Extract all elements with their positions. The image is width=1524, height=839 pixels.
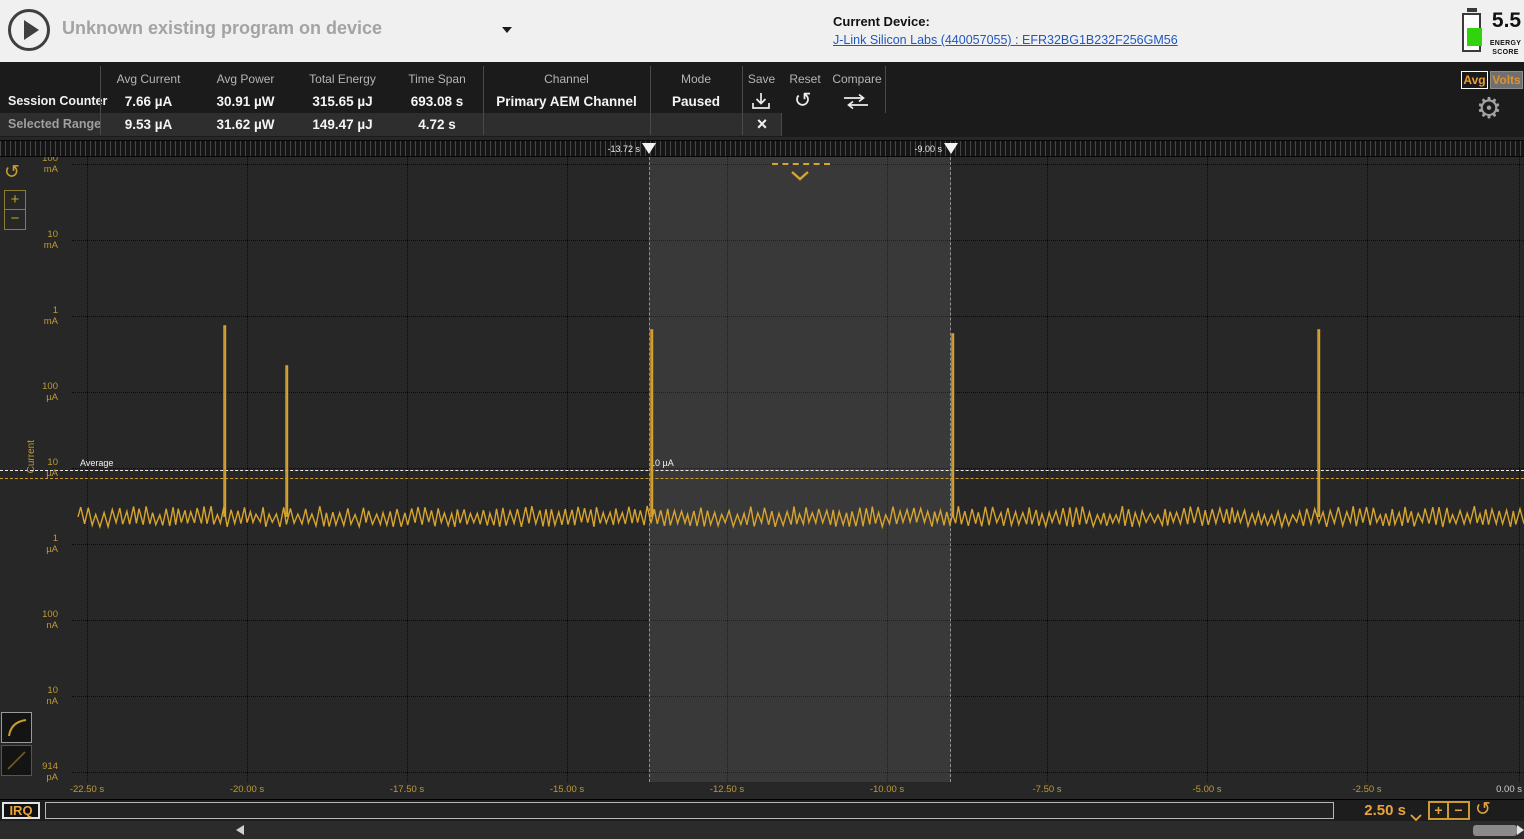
y-axis-tick-label: 1mA xyxy=(0,305,58,327)
reset-button[interactable]: ↺ xyxy=(794,88,812,113)
close-selection-button[interactable]: × xyxy=(750,113,774,136)
span-decrease-button[interactable]: − xyxy=(1449,803,1468,818)
separator xyxy=(885,66,886,113)
mode-value: Paused xyxy=(650,90,742,113)
energy-score-label-1: ENERGY xyxy=(1487,40,1524,47)
chart-area: -13.72 s -9.00 s Average 10 µA 100mA10mA… xyxy=(0,137,1524,799)
zoom-out-button[interactable]: − xyxy=(5,210,25,229)
x-axis-labels: -22.50 s -20.00 s -17.50 s -15.00 s -12.50 s… xyxy=(0,782,1524,799)
avg-toggle-button[interactable]: Avg xyxy=(1461,71,1488,89)
session-avg-power: 30.91 µW xyxy=(197,90,294,113)
x-axis-tick-label: -12.50 s xyxy=(710,784,744,795)
window-span-value[interactable]: 2.50 s xyxy=(1358,802,1406,819)
irq-track xyxy=(45,802,1334,819)
range-time-span: 4.72 s xyxy=(391,113,483,136)
current-device-label: Current Device: xyxy=(833,14,930,29)
span-reset-button[interactable]: ↺ xyxy=(1475,799,1491,821)
reset-label: Reset xyxy=(781,72,829,86)
col-total-energy: Total Energy xyxy=(294,72,391,86)
scroll-left-arrow-icon[interactable] xyxy=(236,825,244,835)
x-axis-tick-label: -17.50 s xyxy=(390,784,424,795)
battery-cap xyxy=(1467,8,1477,12)
scroll-right-arrow-icon[interactable] xyxy=(1517,825,1524,835)
zoom-control: + − xyxy=(4,190,26,230)
irq-bar: IRQ 2.50 s + − ↺ xyxy=(0,799,1524,821)
irq-button[interactable]: IRQ xyxy=(2,802,40,819)
y-axis-tick-label: 100nA xyxy=(0,609,58,631)
y-axis-tick-label: 10nA xyxy=(0,685,58,707)
save-label: Save xyxy=(742,72,781,86)
battery-fill xyxy=(1467,28,1482,46)
energy-profiler-window: Unknown existing program on device Curre… xyxy=(0,0,1524,839)
x-axis-tick-label: -2.50 s xyxy=(1352,784,1381,795)
compare-arrows-icon xyxy=(841,93,871,111)
col-mode: Mode xyxy=(650,72,742,86)
separator xyxy=(781,113,782,136)
span-adjust-control: + − xyxy=(1428,801,1470,820)
session-time-span: 693.08 s xyxy=(391,90,483,113)
selection-start-label: -13.72 s xyxy=(607,144,640,154)
y-axis-tick-label: 1µA xyxy=(0,533,58,555)
col-time-span: Time Span xyxy=(391,72,483,86)
range-avg-current: 9.53 µA xyxy=(100,113,197,136)
scrollbar-thumb[interactable] xyxy=(1473,825,1517,836)
selection-end-triangle-icon xyxy=(944,143,958,154)
x-axis-tick-label: -15.00 s xyxy=(550,784,584,795)
x-axis-tick-label: -22.50 s xyxy=(70,784,104,795)
app-header: Unknown existing program on device Curre… xyxy=(0,0,1524,62)
separator xyxy=(742,66,743,135)
x-axis-tick-label: -10.00 s xyxy=(870,784,904,795)
program-dropdown-caret-icon[interactable] xyxy=(502,27,512,33)
session-avg-current: 7.66 µA xyxy=(100,90,197,113)
selected-range-row-label: Selected Range xyxy=(8,113,101,136)
volts-toggle-button[interactable]: Volts xyxy=(1490,71,1523,89)
separator xyxy=(650,66,651,135)
pan-reset-button[interactable]: ↺ xyxy=(4,163,20,182)
y-axis-title: Current xyxy=(26,440,37,473)
col-avg-power: Avg Power xyxy=(197,72,294,86)
log-curve-icon xyxy=(2,713,31,742)
linear-scale-button[interactable] xyxy=(1,745,32,776)
channel-value: Primary AEM Channel xyxy=(483,90,650,113)
play-icon xyxy=(24,20,39,40)
time-ruler[interactable]: -13.72 s -9.00 s xyxy=(0,140,1524,157)
battery-body xyxy=(1462,13,1481,52)
reset-icon: ↺ xyxy=(794,89,812,112)
x-axis-tick-label: -5.00 s xyxy=(1192,784,1221,795)
range-total-energy: 149.47 µJ xyxy=(294,113,391,136)
y-axis-tick-label: 10mA xyxy=(0,229,58,251)
stats-toolbar: Avg Current Avg Power Total Energy Time … xyxy=(0,62,1524,137)
x-axis-tick-label: -20.00 s xyxy=(230,784,264,795)
selection-end-label: -9.00 s xyxy=(914,144,942,154)
battery-icon xyxy=(1461,8,1484,54)
compare-label: Compare xyxy=(829,72,885,86)
separator xyxy=(100,66,101,135)
settings-gear-icon[interactable]: ⚙ xyxy=(1476,95,1502,124)
compare-button[interactable] xyxy=(841,93,871,116)
horizontal-scrollbar[interactable] xyxy=(0,821,1524,839)
energy-score-label-2: SCORE xyxy=(1487,49,1524,56)
log-scale-button[interactable] xyxy=(1,712,32,743)
x-axis-tick-label: -7.50 s xyxy=(1032,784,1061,795)
save-download-icon xyxy=(749,91,773,113)
waveform-plot[interactable]: Average 10 µA 100mA10mA1mA100µA10µA1µA10… xyxy=(0,157,1524,782)
session-counter-row-label: Session Counter xyxy=(8,90,107,113)
energy-score-value: 5.5 xyxy=(1489,9,1524,33)
span-increase-button[interactable]: + xyxy=(1430,803,1449,818)
device-link[interactable]: J-Link Silicon Labs (440057055) : EFR32B… xyxy=(833,33,1178,47)
col-avg-current: Avg Current xyxy=(100,72,197,86)
col-channel: Channel xyxy=(483,72,650,86)
linear-line-icon xyxy=(2,746,31,775)
selection-start-triangle-icon xyxy=(642,143,656,154)
y-axis-tick-label: 100µA xyxy=(0,381,58,403)
zoom-in-button[interactable]: + xyxy=(5,191,25,210)
program-title: Unknown existing program on device xyxy=(62,18,382,39)
range-avg-power: 31.62 µW xyxy=(197,113,294,136)
play-button[interactable] xyxy=(8,9,50,51)
session-total-energy: 315.65 µJ xyxy=(294,90,391,113)
separator xyxy=(483,66,484,135)
x-axis-tick-label: 0.00 s xyxy=(1496,784,1522,795)
current-waveform xyxy=(0,157,1524,782)
